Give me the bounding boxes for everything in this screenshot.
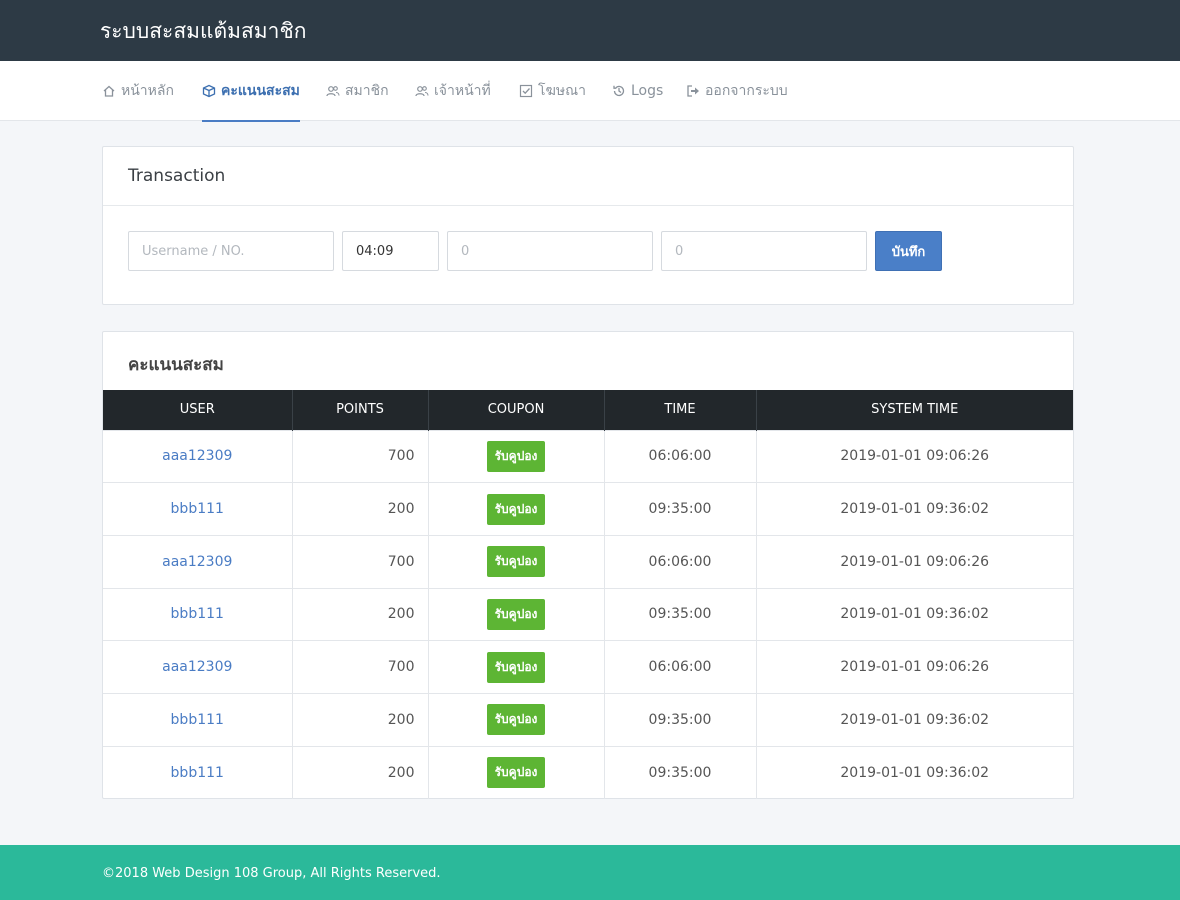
history-icon (613, 85, 625, 97)
nav-item-label: ออกจากระบบ (705, 83, 788, 99)
table-row: bbb111 200 รับคูปอง 09:35:00 2019-01-01 09:3… (103, 745, 1073, 799)
user-link[interactable]: bbb111 (103, 587, 293, 641)
user-link[interactable]: aaa12309 (103, 534, 293, 589)
box-icon (202, 84, 216, 98)
nav-item-label: สมาชิก (345, 83, 389, 99)
system-time-cell: 2019-01-01 09:36:02 (756, 587, 1073, 641)
nav-item-points[interactable]: คะแนนสะสม (202, 61, 300, 122)
column-header-time: TIME (604, 390, 757, 430)
transaction-title: Transaction (128, 166, 226, 186)
staff-icon (415, 86, 429, 97)
table-row: aaa12309 700 รับคูปอง 06:06:00 2019-01-01 09… (103, 534, 1073, 589)
get-coupon-button[interactable]: รับคูปอง (486, 493, 546, 525)
get-coupon-button[interactable]: รับคูปอง (486, 598, 546, 630)
table-row: aaa12309 700 รับคูปอง 06:06:00 2019-01-01 09… (103, 429, 1073, 483)
get-coupon-button[interactable]: รับคูปอง (486, 546, 546, 578)
coupon-cell: รับคูปอง (428, 692, 605, 747)
time-cell: 06:06:00 (604, 640, 757, 694)
user-link[interactable]: bbb111 (103, 482, 293, 536)
copyright-text: ©2018 Web Design 108 Group, All Rights R… (102, 866, 441, 881)
table-row: aaa12309 700 รับคูปอง 06:06:00 2019-01-01 09… (103, 640, 1073, 694)
transaction-card: Transaction บันทึก (102, 146, 1074, 305)
points-input[interactable] (661, 231, 867, 271)
nav-item-logs[interactable]: Logs (612, 61, 663, 121)
get-coupon-button[interactable]: รับคูปอง (486, 757, 546, 789)
points-table: USER POINTS COUPON TIME SYSTEM TIME aaa1… (103, 390, 1073, 799)
app-title: ระบบสะสมแต้มสมาชิก (100, 19, 307, 43)
system-time-cell: 2019-01-01 09:06:26 (756, 534, 1073, 589)
save-button[interactable]: บันทึก (875, 231, 942, 271)
coupon-cell: รับคูปอง (428, 534, 605, 589)
time-input[interactable] (342, 231, 439, 271)
nav-item-logout[interactable]: ออกจากระบบ (686, 61, 788, 121)
top-bar: ระบบสะสมแต้มสมาชิก (0, 0, 1180, 61)
table-row: bbb111 200 รับคูปอง 09:35:00 2019-01-01 09:3… (103, 692, 1073, 747)
time-cell: 09:35:00 (604, 482, 757, 536)
table-row: bbb111 200 รับคูปอง 09:35:00 2019-01-01 09:3… (103, 587, 1073, 641)
column-header-user: USER (103, 390, 293, 430)
nav-item-ads[interactable]: โฆษณา (519, 61, 586, 121)
user-link[interactable]: aaa12309 (103, 429, 293, 483)
system-time-cell: 2019-01-01 09:36:02 (756, 745, 1073, 799)
user-link[interactable]: bbb111 (103, 745, 293, 799)
checkbox-icon (519, 84, 533, 98)
nav-item-label: คะแนนสะสม (221, 83, 300, 99)
system-time-cell: 2019-01-01 09:06:26 (756, 640, 1073, 694)
footer: ©2018 Web Design 108 Group, All Rights R… (0, 845, 1180, 900)
users-icon (326, 86, 340, 97)
column-header-system-time: SYSTEM TIME (756, 390, 1073, 430)
coupon-cell: รับคูปอง (428, 587, 605, 641)
time-cell: 06:06:00 (604, 534, 757, 589)
coupon-cell: รับคูปอง (428, 429, 605, 483)
table-row: bbb111 200 รับคูปอง 09:35:00 2019-01-01 09:3… (103, 482, 1073, 536)
time-cell: 09:35:00 (604, 745, 757, 799)
user-link[interactable]: bbb111 (103, 692, 293, 747)
points-cell: 200 (292, 692, 429, 747)
coupon-cell: รับคูปอง (428, 745, 605, 799)
nav-item-label: หน้าหลัก (121, 83, 174, 99)
get-coupon-button[interactable]: รับคูปอง (486, 704, 546, 736)
table-header-row: USER POINTS COUPON TIME SYSTEM TIME (103, 390, 1073, 430)
sign-out-icon (687, 85, 699, 97)
system-time-cell: 2019-01-01 09:36:02 (756, 692, 1073, 747)
home-icon (103, 85, 115, 97)
user-link[interactable]: aaa12309 (103, 640, 293, 694)
points-cell: 200 (292, 745, 429, 799)
system-time-cell: 2019-01-01 09:36:02 (756, 482, 1073, 536)
column-header-points: POINTS (292, 390, 429, 430)
card-divider (103, 205, 1073, 206)
username-input[interactable] (128, 231, 334, 271)
nav-item-members[interactable]: สมาชิก (326, 61, 389, 121)
points-cell: 700 (292, 640, 429, 694)
points-cell: 700 (292, 429, 429, 483)
get-coupon-button[interactable]: รับคูปอง (486, 651, 546, 683)
coupon-cell: รับคูปอง (428, 482, 605, 536)
nav-item-staff[interactable]: เจ้าหน้าที่ (415, 61, 491, 121)
main-nav: หน้าหลัก คะแนนสะสม สมาชิก เจ้าหน้าที่ โฆ… (0, 61, 1180, 122)
points-cell: 700 (292, 534, 429, 589)
system-time-cell: 2019-01-01 09:06:26 (756, 429, 1073, 483)
points-table-title: คะแนนสะสม (128, 355, 224, 375)
time-cell: 09:35:00 (604, 692, 757, 747)
nav-item-home[interactable]: หน้าหลัก (102, 61, 174, 121)
get-coupon-button[interactable]: รับคูปอง (486, 440, 546, 472)
column-header-coupon: COUPON (428, 390, 605, 430)
nav-item-label: Logs (631, 83, 664, 99)
amount-input[interactable] (447, 231, 653, 271)
time-cell: 09:35:00 (604, 587, 757, 641)
points-cell: 200 (292, 482, 429, 536)
nav-item-label: เจ้าหน้าที่ (434, 83, 491, 99)
points-cell: 200 (292, 587, 429, 641)
time-cell: 06:06:00 (604, 429, 757, 483)
coupon-cell: รับคูปอง (428, 640, 605, 694)
points-card: คะแนนสะสม USER POINTS COUPON TIME SYSTEM… (102, 331, 1074, 799)
nav-item-label: โฆษณา (538, 83, 586, 99)
